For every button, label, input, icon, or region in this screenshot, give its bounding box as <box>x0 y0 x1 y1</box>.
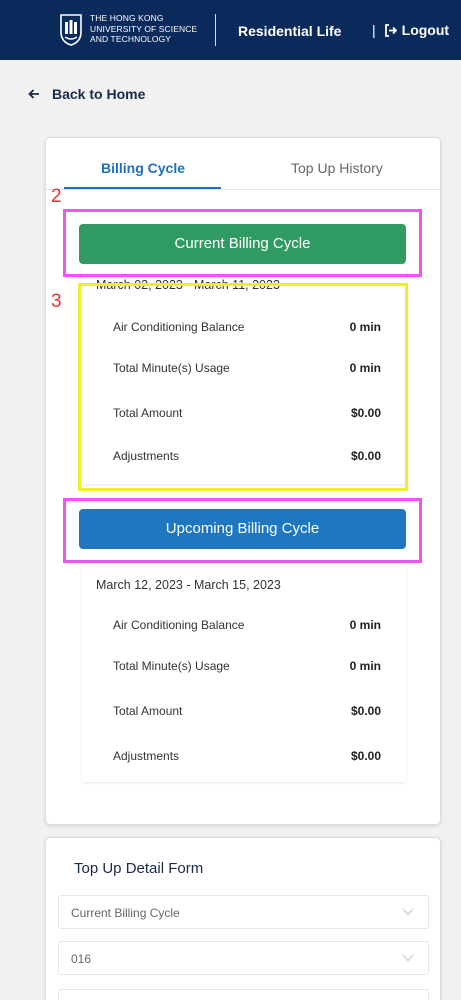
tab-billing-cycle[interactable]: Billing Cycle <box>101 160 185 176</box>
current-cycle-panel: March 02, 2023 - March 11, 2023 Air Cond… <box>82 266 406 484</box>
current-ac-balance-row: Air Conditioning Balance 0 min <box>113 320 381 334</box>
arrow-left-icon <box>28 89 39 99</box>
row-label: Adjustments <box>113 449 180 463</box>
chevron-down-icon <box>402 908 414 916</box>
topup-form-card: Top Up Detail Form Current Billing Cycle… <box>45 837 441 1000</box>
row-value: 0 min <box>349 659 381 673</box>
tab-divider <box>46 189 440 190</box>
logout-icon <box>384 23 397 37</box>
row-value: 0 min <box>349 361 381 375</box>
logout-separator: | <box>372 22 376 38</box>
billing-cycle-select-value: Current Billing Cycle <box>71 906 180 920</box>
current-total-amount-row: Total Amount $0.00 <box>113 406 381 420</box>
current-date-range: March 02, 2023 - March 11, 2023 <box>96 278 280 292</box>
topup-form-title: Top Up Detail Form <box>74 860 204 877</box>
upcoming-billing-cycle-button[interactable]: Upcoming Billing Cycle <box>79 509 406 549</box>
room-select[interactable]: 016 <box>58 941 429 975</box>
logout-label: Logout <box>401 22 450 38</box>
row-label: Total Amount <box>113 704 183 718</box>
current-billing-cycle-button[interactable]: Current Billing Cycle <box>79 224 406 264</box>
billing-card: Billing Cycle Top Up History Current Bil… <box>45 137 441 825</box>
crest-icon <box>60 14 82 46</box>
chevron-down-icon <box>402 954 414 962</box>
row-value: 0 min <box>349 618 381 632</box>
upcoming-total-amount-row: Total Amount $0.00 <box>113 704 381 718</box>
logout-button[interactable]: | Logout <box>372 22 449 38</box>
annotation-label-3: 3 <box>51 291 62 312</box>
row-label: Total Minute(s) Usage <box>113 659 230 673</box>
logo-text: THE HONG KONG UNIVERSITY OF SCIENCE AND … <box>90 13 198 44</box>
third-select[interactable] <box>58 989 429 1000</box>
top-header: THE HONG KONG UNIVERSITY OF SCIENCE AND … <box>0 0 461 60</box>
room-select-value: 016 <box>71 952 92 966</box>
row-label: Total Minute(s) Usage <box>113 361 230 375</box>
hkust-logo[interactable]: THE HONG KONG UNIVERSITY OF SCIENCE AND … <box>60 12 212 48</box>
row-label: Air Conditioning Balance <box>113 320 245 334</box>
row-value: $0.00 <box>350 449 381 463</box>
current-adjustments-row: Adjustments $0.00 <box>113 449 381 463</box>
upcoming-cycle-panel: March 12, 2023 - March 15, 2023 Air Cond… <box>82 566 406 782</box>
billing-cycle-select[interactable]: Current Billing Cycle <box>58 895 429 929</box>
row-value: 0 min <box>349 320 381 334</box>
current-usage-row: Total Minute(s) Usage 0 min <box>113 361 381 375</box>
back-label: Back to Home <box>52 86 146 102</box>
back-to-home-link[interactable]: Back to Home <box>28 86 145 102</box>
upcoming-date-range: March 12, 2023 - March 15, 2023 <box>96 578 281 592</box>
header-divider <box>215 14 216 46</box>
annotation-label-2: 2 <box>51 186 62 207</box>
row-value: $0.00 <box>350 406 381 420</box>
row-value: $0.00 <box>350 749 381 763</box>
upcoming-usage-row: Total Minute(s) Usage 0 min <box>113 659 381 673</box>
app-title: Residential Life <box>238 23 342 39</box>
row-label: Air Conditioning Balance <box>113 618 245 632</box>
row-label: Adjustments <box>113 749 180 763</box>
tab-top-up-history[interactable]: Top Up History <box>291 160 383 176</box>
upcoming-adjustments-row: Adjustments $0.00 <box>113 749 381 763</box>
upcoming-ac-balance-row: Air Conditioning Balance 0 min <box>113 618 381 632</box>
row-value: $0.00 <box>350 704 381 718</box>
row-label: Total Amount <box>113 406 183 420</box>
